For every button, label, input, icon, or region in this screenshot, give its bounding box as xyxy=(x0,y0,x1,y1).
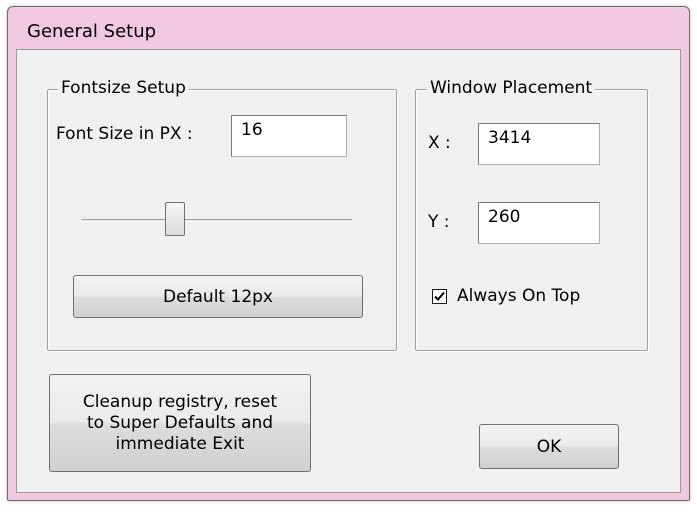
default-12px-button[interactable]: Default 12px xyxy=(73,275,363,318)
y-position-input[interactable]: 260 xyxy=(478,202,600,244)
x-position-input[interactable]: 3414 xyxy=(478,123,600,165)
ok-button[interactable]: OK xyxy=(479,424,619,469)
y-label: Y : xyxy=(428,212,450,232)
cleanup-button-line-2: to Super Defaults and xyxy=(86,412,274,433)
font-size-label: Font Size in PX : xyxy=(56,124,193,144)
slider-track xyxy=(82,219,352,222)
font-size-slider[interactable] xyxy=(78,202,353,242)
cleanup-button-line-3: immediate Exit xyxy=(115,433,245,454)
always-on-top-checkbox[interactable]: Always On Top xyxy=(430,286,630,310)
general-setup-window: General Setup Fontsize Setup Font Size i… xyxy=(7,6,690,501)
font-size-input[interactable]: 16 xyxy=(231,115,347,157)
checkmark-icon xyxy=(434,291,445,301)
cleanup-registry-button[interactable]: Cleanup registry, reset to Super Default… xyxy=(49,374,311,472)
fontsize-setup-legend: Fontsize Setup xyxy=(58,78,189,98)
title-bar[interactable]: General Setup xyxy=(8,7,689,50)
always-on-top-label: Always On Top xyxy=(457,286,581,306)
fontsize-setup-group: Fontsize Setup Font Size in PX : 16 Defa… xyxy=(47,78,397,351)
dialog-client-area: Fontsize Setup Font Size in PX : 16 Defa… xyxy=(16,49,681,493)
slider-thumb[interactable] xyxy=(165,202,185,236)
window-placement-legend: Window Placement xyxy=(427,78,596,98)
window-title: General Setup xyxy=(27,21,157,42)
window-placement-group: Window Placement X : 3414 Y : 260 Always… xyxy=(415,78,648,351)
x-label: X : xyxy=(428,133,451,153)
checkbox-box[interactable] xyxy=(432,289,447,304)
cleanup-button-line-1: Cleanup registry, reset xyxy=(82,391,278,412)
